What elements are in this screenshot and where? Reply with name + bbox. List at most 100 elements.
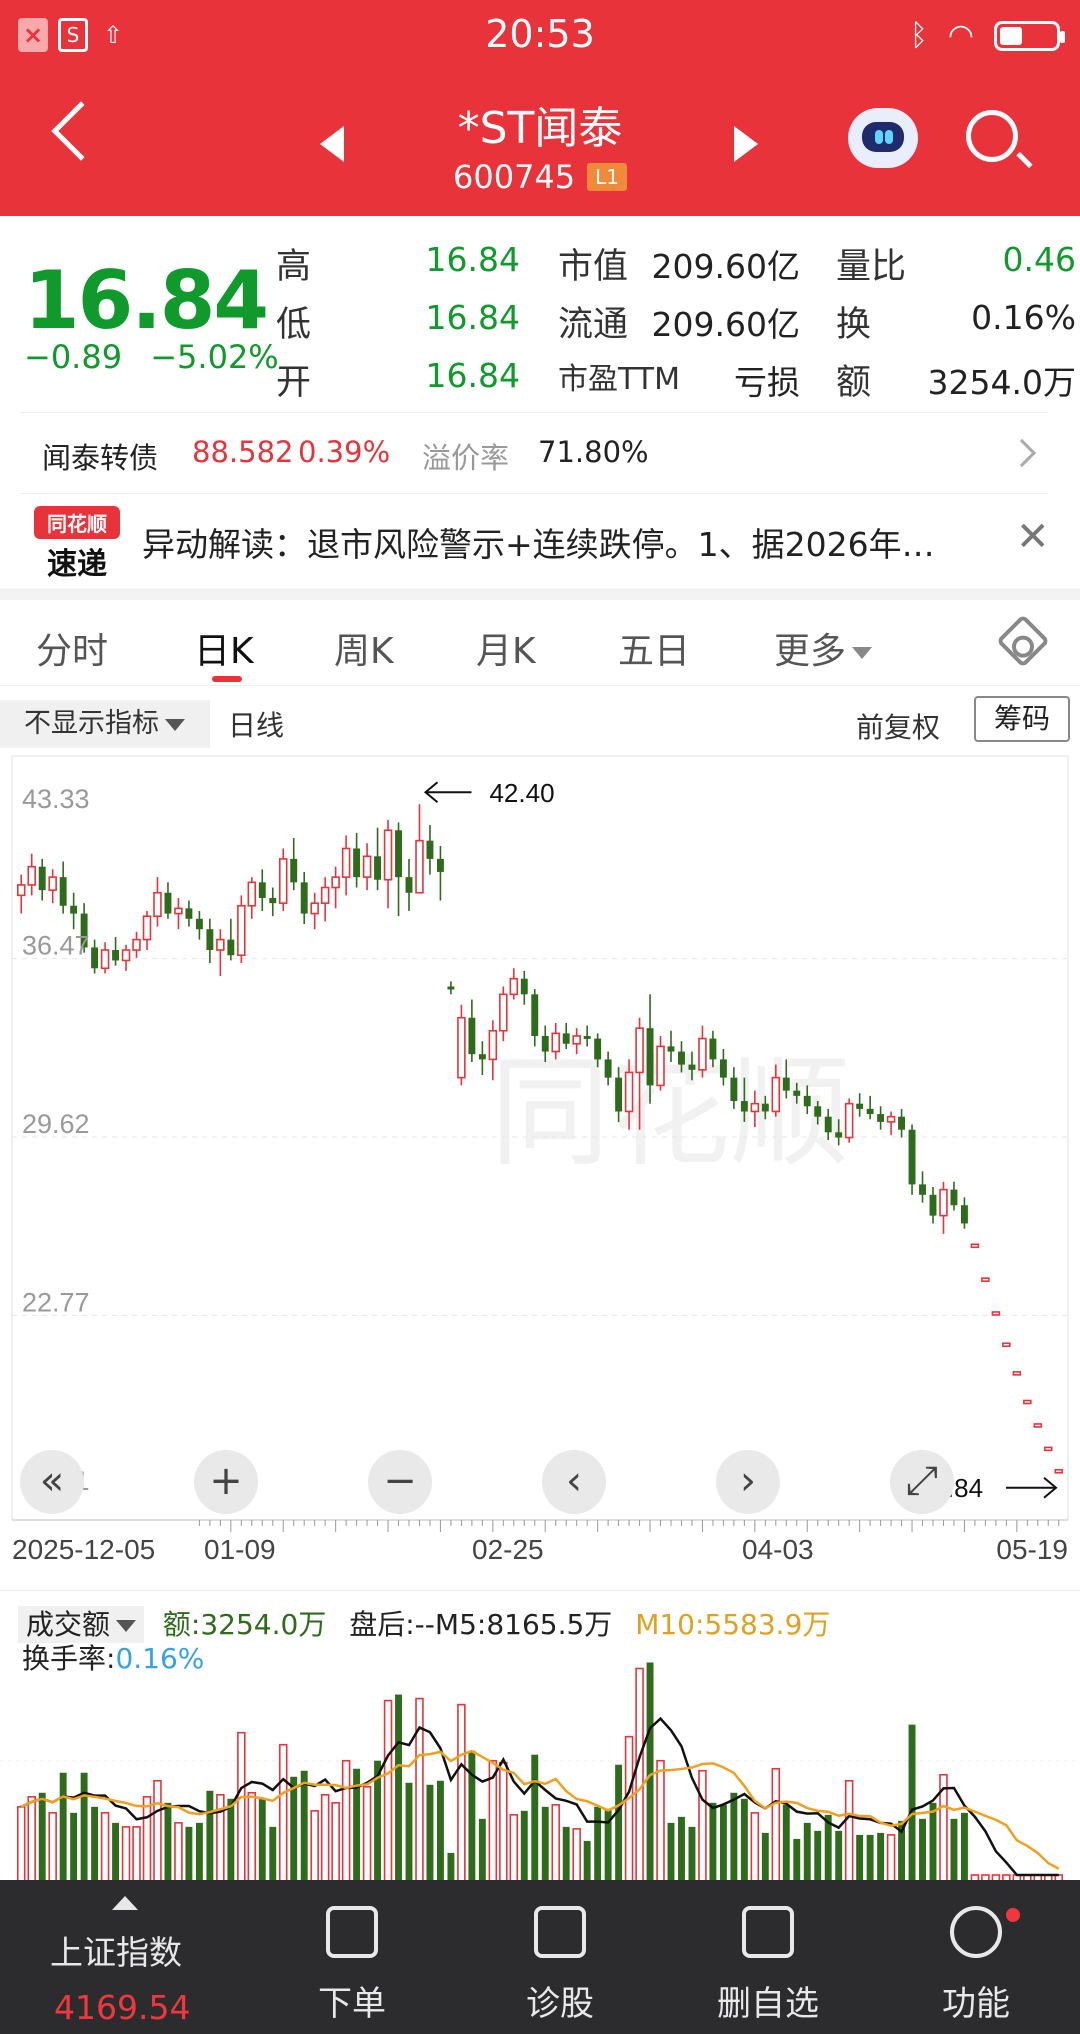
nav-remove-watchlist[interactable]: 删自选 [678,1880,858,2034]
volume-bar [866,1834,874,1881]
candlestick-chart[interactable]: 同花顺 43.3336.4729.6222.7715.9142.4016.842… [0,754,1080,1564]
volume-bar [121,1826,131,1881]
candle-body [835,1132,843,1138]
nav-order[interactable]: 下单 [262,1880,442,2034]
volume-bar [950,1818,958,1881]
candle-body [844,1102,854,1139]
indicator-selector[interactable]: 不显示指标 [0,700,210,748]
search-icon[interactable] [966,110,1018,162]
watermark: 同花顺 [490,1046,850,1180]
candle-body [258,882,266,898]
close-icon[interactable]: ✕ [1016,514,1050,560]
candle-body [929,1194,937,1216]
status-bar: × S ⇧ 20:53 ᛒ ◠ [0,0,1080,72]
news-banner[interactable]: 同花顺 速递 异动解读：退市风险警示+连续跌停。1、据2026年… ✕ [0,496,1080,586]
volume-bar [730,1792,738,1881]
candle-body [960,1205,968,1224]
vol-ratio-label: 量比 [836,247,907,287]
candle-body [594,1038,602,1060]
candle-body [667,1046,675,1052]
volume-bar [142,1796,152,1881]
candle-body [436,858,444,872]
volume-bar [509,1814,519,1881]
volume-bar [803,1822,811,1881]
candle-body [541,1035,549,1052]
volume-bar [929,1802,937,1881]
candle-body [121,949,131,962]
pan-left-icon[interactable]: ‹ [542,1450,606,1514]
candle-body [939,1188,948,1217]
candle-body [562,1033,570,1044]
volume-bar [844,1779,854,1881]
volume-bar [195,1822,203,1881]
candle-body [91,947,99,969]
pan-right-icon[interactable]: › [716,1450,780,1514]
candle-body [886,1115,896,1123]
candle-body [919,1184,926,1195]
tab-weekly-k[interactable]: 周K [334,622,394,674]
volume-bar [405,1782,413,1881]
index-ticker[interactable]: 上证指数 4169.54 [24,1880,224,2034]
tab-intraday[interactable]: 分时 [36,622,108,674]
volume-bar [278,1743,288,1881]
candle-body [247,881,257,907]
volume-bar [478,1818,486,1881]
index-name: 上证指数 [50,1933,182,1972]
diagnose-kit-icon [534,1906,586,1958]
float-value: 209.60亿 [651,305,800,344]
tab-daily-k[interactable]: 日K [194,622,254,674]
caret-up-icon [112,1896,138,1910]
volume-bar [320,1794,330,1881]
volume-bar [856,1834,864,1881]
volume-bar [782,1804,790,1881]
fast-back-icon[interactable]: « [20,1450,84,1514]
candle-body [383,829,393,881]
candle-body [898,1116,906,1130]
volume-bar [908,1724,916,1881]
pe-value: 亏损 [734,363,800,402]
candle-body [782,1077,790,1091]
nav-functions[interactable]: 功能 [886,1880,1066,2034]
candle-body [656,1045,665,1087]
amount-label: 额 [836,363,872,403]
volume-bar [572,1828,581,1881]
next-stock-icon[interactable] [734,126,758,162]
amount-value: 3254.0万 [927,363,1076,402]
vol-ratio-value: 0.46 [1002,240,1076,279]
candle-body [132,938,141,951]
candle-body [771,1076,781,1113]
volume-bar [38,1792,46,1881]
candle-body [195,918,203,930]
volume-bar [395,1694,402,1881]
volume-bar [227,1798,235,1881]
convertible-bond-row[interactable]: 闻泰转债 88.582 0.39% 溢价率 71.80% [20,412,1048,494]
section-divider [0,588,1080,600]
premium-label: 溢价率 [422,441,510,475]
volume-bar [635,1667,644,1881]
tab-more-label: 更多 [774,631,847,672]
robot-eye-left [875,130,883,144]
candle-body [750,1102,760,1113]
tab-monthly-k[interactable]: 月K [476,622,536,674]
x-tick-label: 02-25 [472,1534,544,1564]
chip-distribution-button[interactable]: 筹码 [974,696,1070,742]
tab-five-day[interactable]: 五日 [618,622,690,674]
candle-body [635,1027,644,1074]
turnover-label: 换 [836,305,872,345]
tab-more[interactable]: 更多 [774,622,873,674]
candle-body [583,1035,591,1039]
adjust-selector[interactable]: 前复权 [856,706,940,746]
candle-body [499,993,508,1032]
ai-assistant-icon[interactable] [848,108,918,168]
candle-body [572,1035,581,1045]
zoom-out-icon[interactable]: − [368,1450,432,1514]
volume-bar [415,1697,424,1881]
nav-diagnose[interactable]: 诊股 [470,1880,650,2034]
zoom-in-icon[interactable]: + [194,1450,258,1514]
fullscreen-icon[interactable]: ⤢ [890,1450,954,1514]
candle-body [908,1129,916,1185]
candle-body [185,908,193,919]
logo-bottom-text: 速递 [47,547,107,582]
candle-body [1044,1446,1053,1452]
candle-body [341,847,351,878]
